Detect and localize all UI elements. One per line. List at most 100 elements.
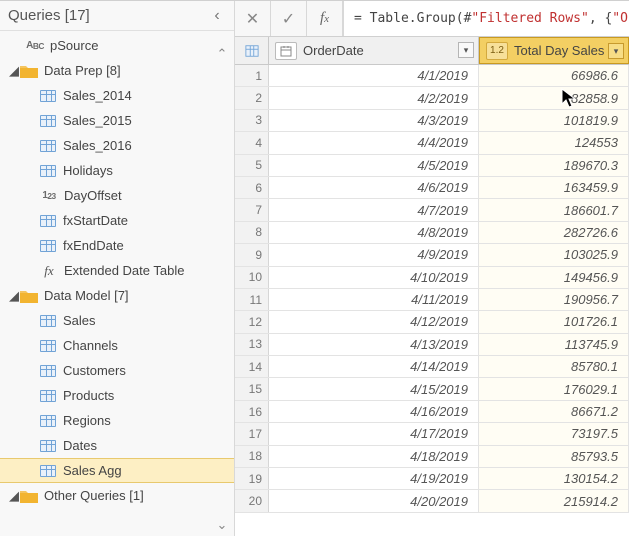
cell-totaldaysales[interactable]: 163459.9 (479, 177, 629, 198)
cell-totaldaysales[interactable]: 101819.9 (479, 110, 629, 131)
cell-orderdate[interactable]: 4/11/2019 (269, 289, 479, 310)
table-row[interactable]: 34/3/2019101819.9 (235, 110, 629, 132)
cell-totaldaysales[interactable]: 66986.6 (479, 65, 629, 86)
cell-totaldaysales[interactable]: 85793.5 (479, 446, 629, 467)
row-number[interactable]: 3 (235, 110, 269, 131)
cell-totaldaysales[interactable]: 189670.3 (479, 155, 629, 176)
query-group-datamodel[interactable]: ◢Data Model [7] (0, 283, 234, 308)
collapse-pane-icon[interactable]: ‹ (210, 9, 224, 23)
query-group-dataprep[interactable]: ◢Data Prep [8] (0, 58, 234, 83)
cell-totaldaysales[interactable]: 85780.1 (479, 356, 629, 377)
row-number[interactable]: 7 (235, 199, 269, 220)
cell-totaldaysales[interactable]: 186601.7 (479, 199, 629, 220)
table-row[interactable]: 14/1/201966986.6 (235, 65, 629, 87)
row-number[interactable]: 10 (235, 267, 269, 288)
row-number[interactable]: 2 (235, 87, 269, 108)
query-item-dayoffset[interactable]: 123DayOffset (0, 183, 234, 208)
table-row[interactable]: 204/20/2019215914.2 (235, 490, 629, 512)
cell-orderdate[interactable]: 4/19/2019 (269, 468, 479, 489)
table-row[interactable]: 144/14/201985780.1 (235, 356, 629, 378)
cell-orderdate[interactable]: 4/14/2019 (269, 356, 479, 377)
row-number[interactable]: 5 (235, 155, 269, 176)
row-number[interactable]: 12 (235, 311, 269, 332)
expand-collapse-icon[interactable]: ◢ (8, 288, 20, 304)
cell-orderdate[interactable]: 4/9/2019 (269, 244, 479, 265)
expand-collapse-icon[interactable]: ◢ (8, 488, 20, 504)
query-item-extdate[interactable]: fxExtended Date Table (0, 258, 234, 283)
row-number[interactable]: 20 (235, 490, 269, 511)
cell-totaldaysales[interactable]: 73197.5 (479, 423, 629, 444)
cell-orderdate[interactable]: 4/10/2019 (269, 267, 479, 288)
cell-orderdate[interactable]: 4/6/2019 (269, 177, 479, 198)
table-row[interactable]: 104/10/2019149456.9 (235, 267, 629, 289)
row-number[interactable]: 18 (235, 446, 269, 467)
query-item-sales2015[interactable]: Sales_2015 (0, 108, 234, 133)
cell-orderdate[interactable]: 4/4/2019 (269, 132, 479, 153)
row-number[interactable]: 15 (235, 378, 269, 399)
table-row[interactable]: 94/9/2019103025.9 (235, 244, 629, 266)
query-item-dates[interactable]: Dates (0, 433, 234, 458)
scroll-down-icon[interactable]: ⌄ (213, 516, 231, 534)
table-row[interactable]: 54/5/2019189670.3 (235, 155, 629, 177)
column-header-totaldaysales[interactable]: 1.2 Total Day Sales ▾ (479, 37, 629, 64)
query-item-holidays[interactable]: Holidays (0, 158, 234, 183)
cell-orderdate[interactable]: 4/20/2019 (269, 490, 479, 511)
cell-orderdate[interactable]: 4/2/2019 (269, 87, 479, 108)
cell-totaldaysales[interactable]: 103025.9 (479, 244, 629, 265)
query-item-sales2014[interactable]: Sales_2014 (0, 83, 234, 108)
commit-formula-icon[interactable]: ✓ (271, 1, 307, 36)
cancel-formula-icon[interactable]: ✕ (235, 1, 271, 36)
cell-totaldaysales[interactable]: 82858.9 (479, 87, 629, 108)
row-number[interactable]: 17 (235, 423, 269, 444)
table-row[interactable]: 154/15/2019176029.1 (235, 378, 629, 400)
column-filter-dropdown-icon[interactable]: ▾ (458, 42, 474, 58)
row-number[interactable]: 14 (235, 356, 269, 377)
cell-totaldaysales[interactable]: 130154.2 (479, 468, 629, 489)
cell-totaldaysales[interactable]: 215914.2 (479, 490, 629, 511)
row-number[interactable]: 4 (235, 132, 269, 153)
query-item-fxstart[interactable]: fxStartDate (0, 208, 234, 233)
query-item-fxend[interactable]: fxEndDate (0, 233, 234, 258)
row-number[interactable]: 11 (235, 289, 269, 310)
table-row[interactable]: 114/11/2019190956.7 (235, 289, 629, 311)
row-number[interactable]: 16 (235, 401, 269, 422)
column-header-orderdate[interactable]: OrderDate ▾ (269, 37, 479, 64)
table-row[interactable]: 194/19/2019130154.2 (235, 468, 629, 490)
query-item-regions[interactable]: Regions (0, 408, 234, 433)
table-row[interactable]: 74/7/2019186601.7 (235, 199, 629, 221)
query-item-salesq[interactable]: Sales (0, 308, 234, 333)
row-number[interactable]: 1 (235, 65, 269, 86)
row-number[interactable]: 19 (235, 468, 269, 489)
table-row[interactable]: 24/2/201982858.9 (235, 87, 629, 109)
query-item-customers[interactable]: Customers (0, 358, 234, 383)
query-item-psource[interactable]: ABCpSource (0, 33, 234, 58)
table-row[interactable]: 84/8/2019282726.6 (235, 222, 629, 244)
cell-totaldaysales[interactable]: 86671.2 (479, 401, 629, 422)
table-row[interactable]: 124/12/2019101726.1 (235, 311, 629, 333)
cell-orderdate[interactable]: 4/18/2019 (269, 446, 479, 467)
query-item-products[interactable]: Products (0, 383, 234, 408)
cell-totaldaysales[interactable]: 282726.6 (479, 222, 629, 243)
cell-orderdate[interactable]: 4/16/2019 (269, 401, 479, 422)
table-row[interactable]: 44/4/2019124553 (235, 132, 629, 154)
cell-orderdate[interactable]: 4/1/2019 (269, 65, 479, 86)
table-row[interactable]: 164/16/201986671.2 (235, 401, 629, 423)
cell-totaldaysales[interactable]: 190956.7 (479, 289, 629, 310)
expand-collapse-icon[interactable]: ◢ (8, 63, 20, 79)
table-row[interactable]: 64/6/2019163459.9 (235, 177, 629, 199)
query-item-salesagg[interactable]: Sales Agg (0, 458, 234, 483)
fx-icon[interactable]: fx (307, 1, 343, 36)
table-row[interactable]: 184/18/201985793.5 (235, 446, 629, 468)
cell-orderdate[interactable]: 4/13/2019 (269, 334, 479, 355)
query-group-otherq[interactable]: ◢Other Queries [1] (0, 483, 234, 508)
row-number[interactable]: 13 (235, 334, 269, 355)
cell-orderdate[interactable]: 4/3/2019 (269, 110, 479, 131)
cell-orderdate[interactable]: 4/7/2019 (269, 199, 479, 220)
row-number[interactable]: 6 (235, 177, 269, 198)
cell-orderdate[interactable]: 4/5/2019 (269, 155, 479, 176)
formula-input[interactable]: = Table.Group(#"Filtered Rows", {"O (343, 1, 629, 36)
cell-totaldaysales[interactable]: 101726.1 (479, 311, 629, 332)
cell-totaldaysales[interactable]: 124553 (479, 132, 629, 153)
cell-orderdate[interactable]: 4/12/2019 (269, 311, 479, 332)
cell-orderdate[interactable]: 4/17/2019 (269, 423, 479, 444)
